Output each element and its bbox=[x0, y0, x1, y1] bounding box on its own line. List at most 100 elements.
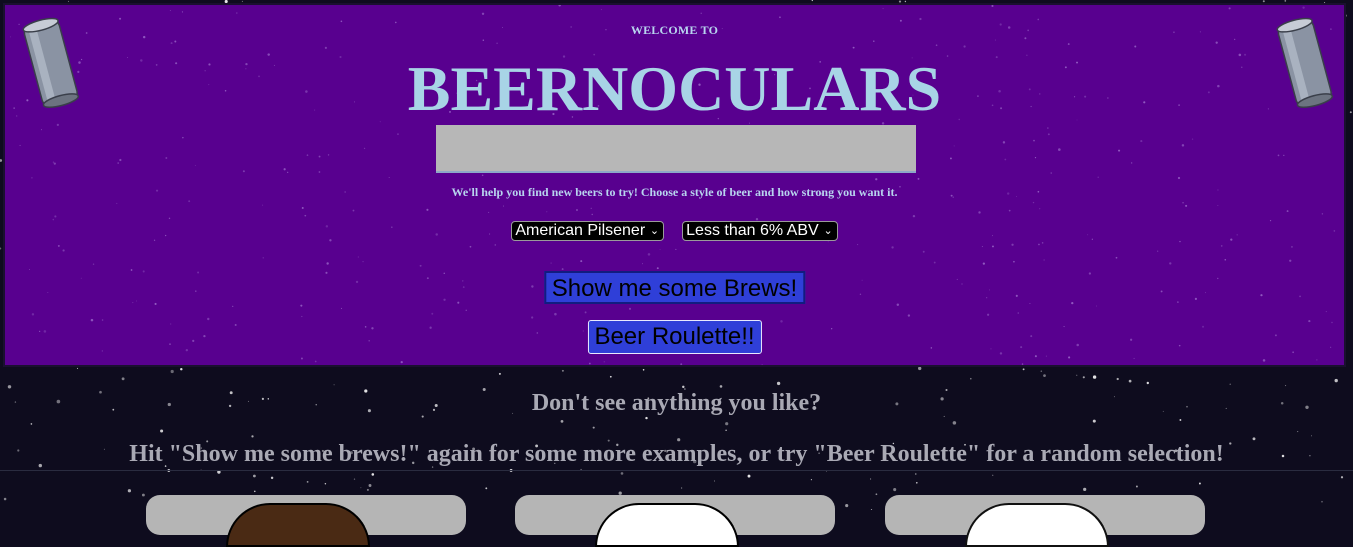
star bbox=[873, 40, 875, 42]
star bbox=[990, 348, 992, 350]
star bbox=[1013, 260, 1015, 263]
star bbox=[43, 330, 47, 333]
star bbox=[283, 168, 286, 171]
star bbox=[141, 493, 145, 497]
star bbox=[560, 420, 564, 423]
star bbox=[1076, 343, 1079, 347]
star bbox=[324, 46, 327, 49]
star bbox=[830, 328, 833, 330]
star bbox=[1284, 0, 1287, 2]
star bbox=[1297, 431, 1299, 433]
star bbox=[1118, 149, 1121, 152]
star bbox=[203, 334, 206, 338]
star bbox=[1002, 141, 1006, 144]
star bbox=[117, 162, 120, 164]
star bbox=[675, 248, 677, 250]
star bbox=[426, 208, 429, 211]
star bbox=[591, 213, 593, 216]
header-banner: WELCOME TO BEERNOCULARS We'll help you f… bbox=[3, 3, 1346, 367]
star bbox=[53, 162, 56, 165]
star bbox=[1071, 301, 1074, 305]
star bbox=[1092, 375, 1097, 379]
beer-card[interactable] bbox=[885, 495, 1205, 547]
star bbox=[1325, 311, 1327, 313]
star bbox=[457, 301, 460, 304]
star bbox=[642, 369, 645, 371]
star bbox=[875, 178, 878, 181]
star bbox=[1260, 294, 1263, 297]
star bbox=[340, 20, 343, 23]
star bbox=[1021, 363, 1024, 365]
star bbox=[92, 263, 95, 265]
star bbox=[1130, 338, 1133, 341]
star bbox=[465, 309, 467, 311]
star bbox=[1274, 334, 1277, 337]
strength-select[interactable]: Less than 6% ABV ⌄ bbox=[682, 221, 838, 241]
star bbox=[0, 247, 2, 250]
beer-card[interactable] bbox=[146, 495, 466, 547]
star bbox=[933, 261, 936, 264]
star bbox=[590, 207, 592, 209]
star bbox=[1181, 144, 1185, 147]
star bbox=[1034, 355, 1037, 358]
star bbox=[181, 11, 184, 13]
star bbox=[426, 277, 429, 280]
star bbox=[333, 384, 335, 386]
star bbox=[270, 476, 274, 480]
style-select[interactable]: American Pilsener ⌄ bbox=[511, 221, 665, 241]
star bbox=[956, 278, 958, 280]
star bbox=[397, 133, 399, 135]
star bbox=[1220, 245, 1223, 247]
star bbox=[363, 147, 366, 150]
star bbox=[1177, 176, 1181, 180]
star bbox=[1289, 259, 1292, 262]
star bbox=[1043, 374, 1046, 377]
show-brews-button[interactable]: Show me some Brews! bbox=[543, 271, 806, 304]
star bbox=[1128, 379, 1132, 383]
star bbox=[1202, 325, 1205, 328]
star bbox=[188, 200, 191, 203]
star bbox=[119, 158, 122, 162]
star bbox=[301, 206, 304, 209]
star bbox=[1302, 6, 1305, 9]
star bbox=[251, 435, 254, 438]
star bbox=[952, 421, 957, 425]
star bbox=[1047, 133, 1050, 136]
star bbox=[761, 364, 763, 365]
star bbox=[1038, 243, 1040, 246]
star bbox=[891, 246, 894, 249]
star bbox=[970, 377, 972, 380]
beer-roulette-button[interactable]: Beer Roulette!! bbox=[587, 320, 762, 354]
star bbox=[1217, 277, 1219, 280]
star bbox=[1015, 294, 1018, 297]
star bbox=[136, 300, 138, 302]
star bbox=[1252, 437, 1256, 441]
star bbox=[469, 245, 472, 248]
star bbox=[912, 214, 916, 218]
star bbox=[1177, 301, 1179, 303]
star bbox=[725, 429, 727, 432]
star bbox=[254, 490, 256, 493]
star bbox=[304, 214, 307, 217]
star bbox=[1017, 312, 1020, 314]
star bbox=[234, 323, 237, 326]
star bbox=[992, 474, 994, 476]
star bbox=[1041, 242, 1044, 244]
star bbox=[368, 340, 370, 342]
star bbox=[779, 16, 781, 19]
star bbox=[1169, 262, 1172, 265]
star bbox=[1068, 356, 1071, 359]
star bbox=[1040, 370, 1043, 372]
star bbox=[1130, 162, 1133, 164]
star bbox=[1198, 482, 1201, 485]
star bbox=[1067, 43, 1070, 45]
star bbox=[870, 478, 872, 480]
star bbox=[986, 297, 988, 299]
star bbox=[1321, 500, 1323, 503]
star bbox=[1076, 374, 1078, 376]
star bbox=[1146, 381, 1150, 385]
star bbox=[680, 487, 683, 489]
beer-card[interactable] bbox=[515, 495, 835, 547]
star bbox=[168, 217, 171, 220]
star bbox=[1088, 272, 1092, 275]
